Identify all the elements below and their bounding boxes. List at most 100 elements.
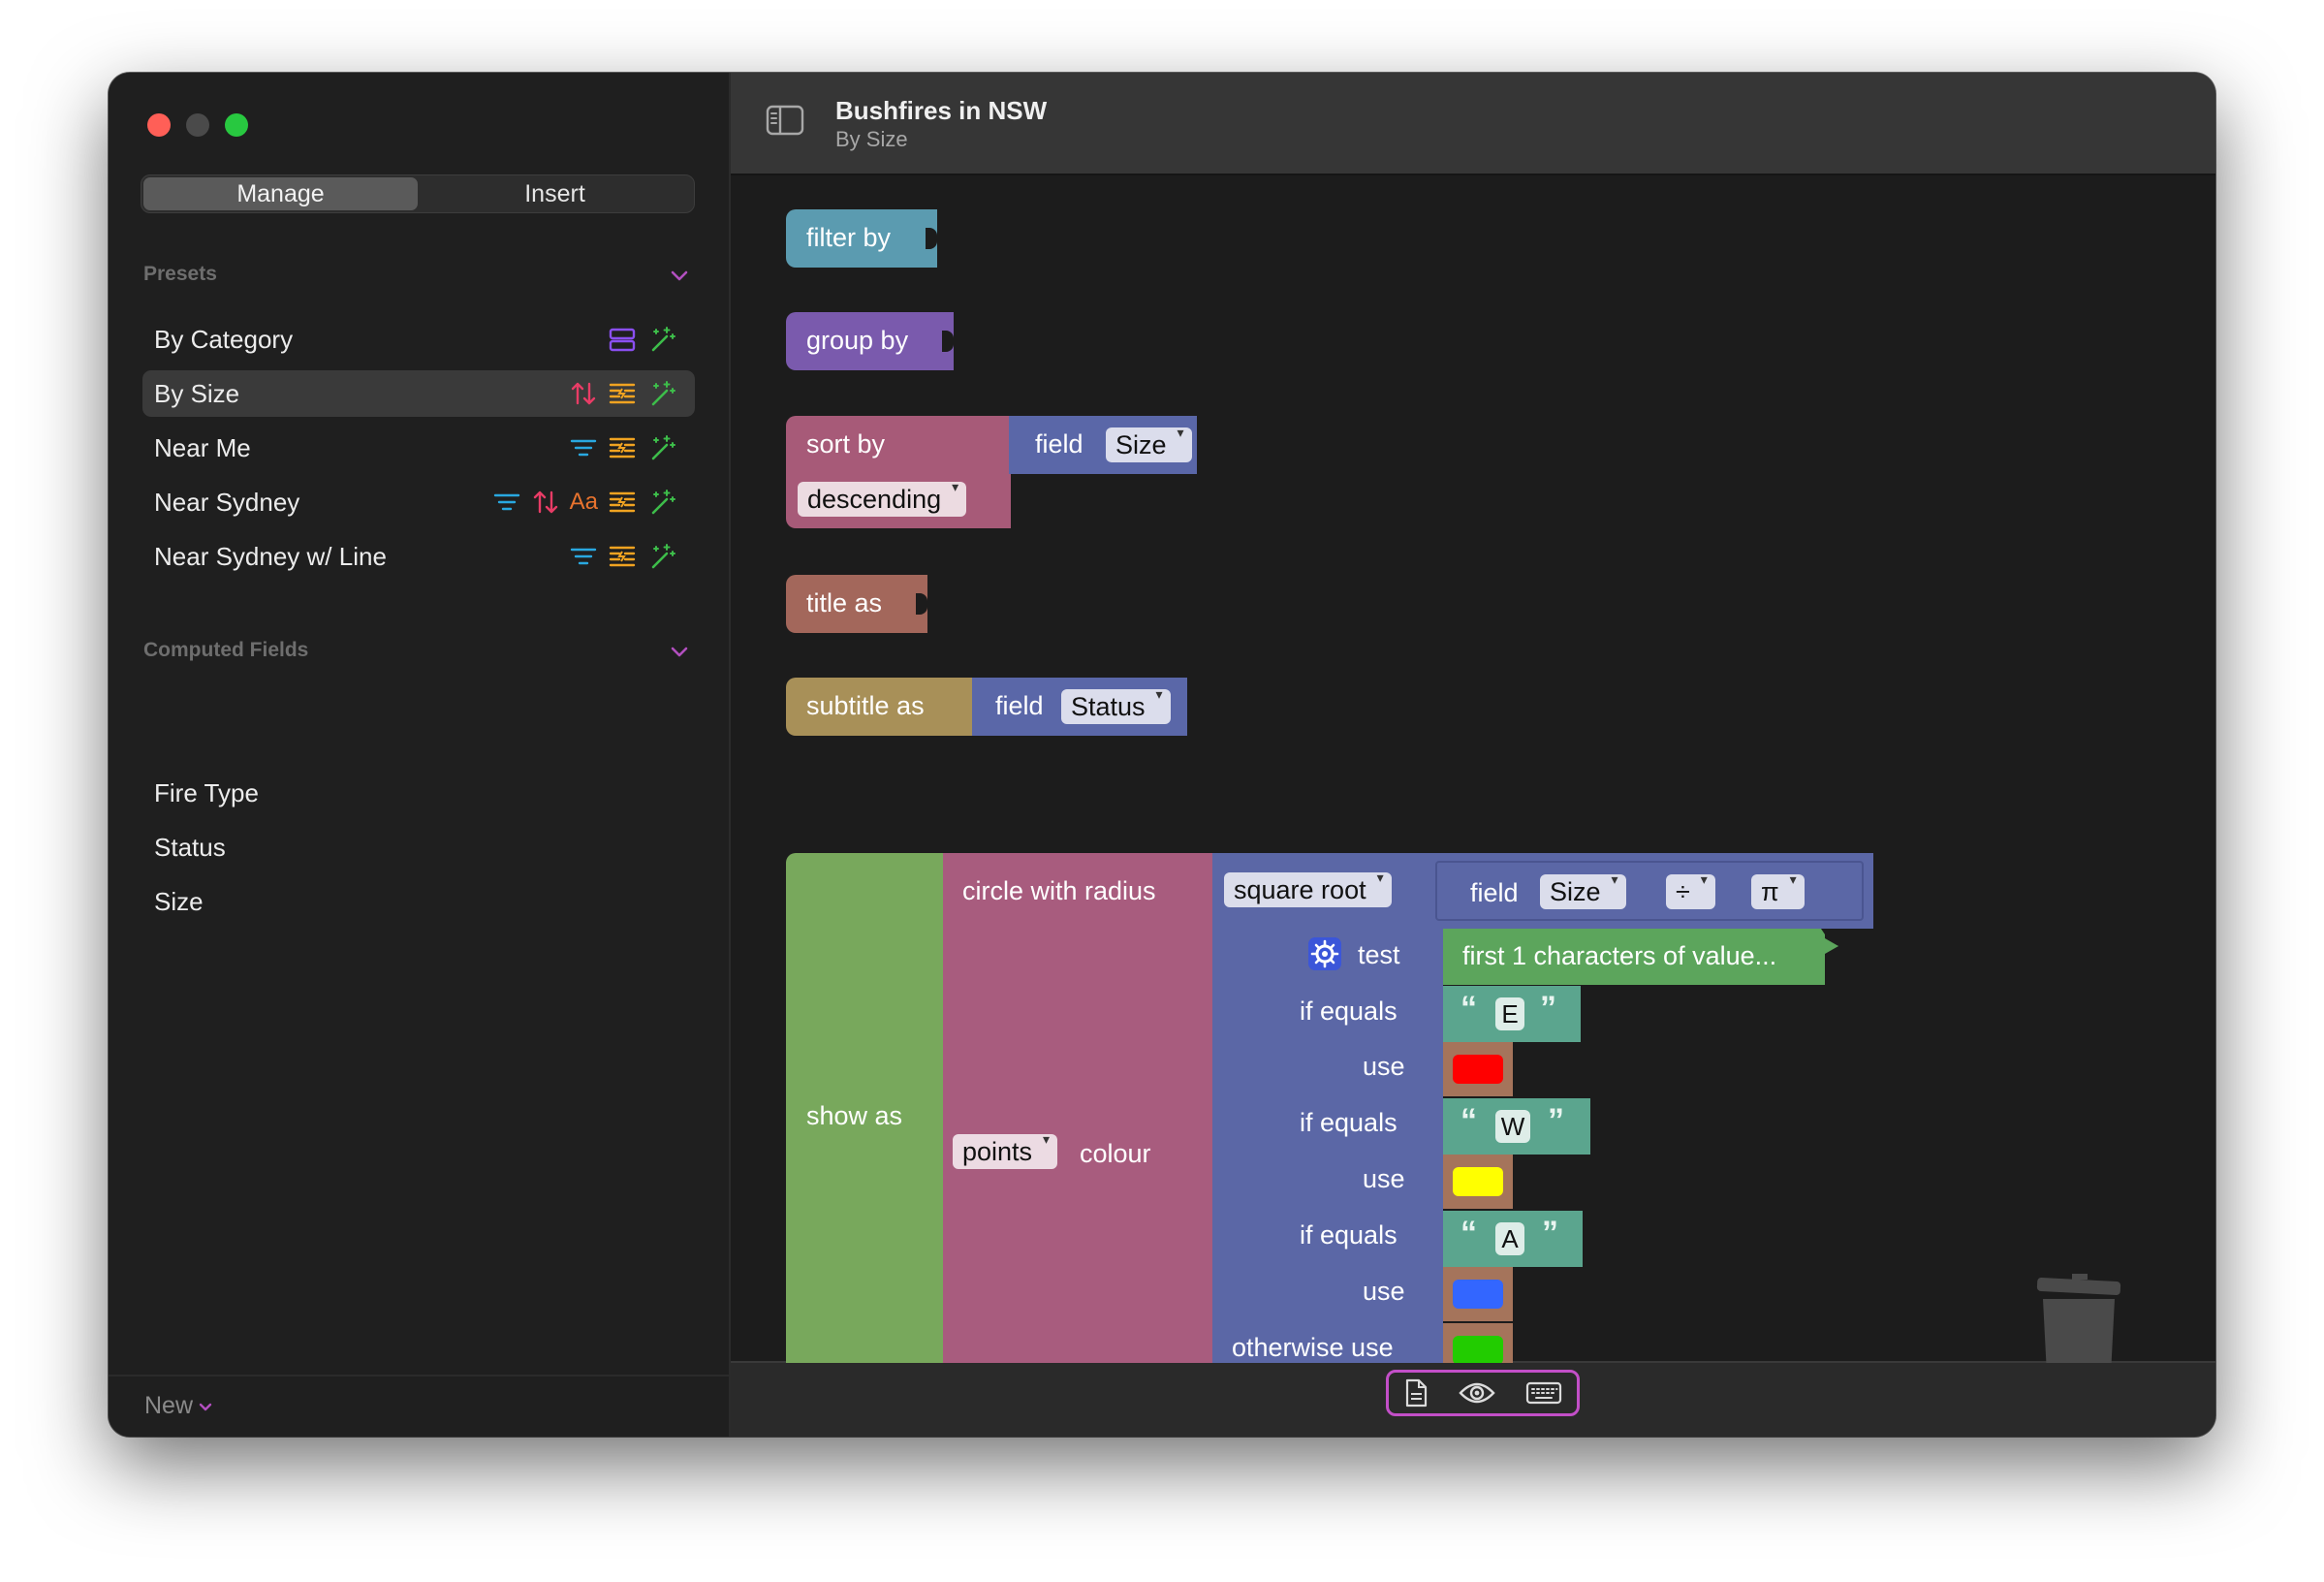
title-bar: Bushfires in NSW By Size bbox=[731, 73, 2215, 175]
open-quote-icon: “ bbox=[1460, 1102, 1477, 1139]
filter-by-label: filter by bbox=[806, 223, 892, 252]
preset-icons bbox=[569, 425, 675, 471]
group-by-block[interactable]: group by bbox=[786, 312, 954, 370]
computed-field-label: Size bbox=[154, 886, 204, 916]
case-value[interactable]: A bbox=[1495, 1222, 1524, 1255]
radius-field-dropdown[interactable]: Size bbox=[1540, 871, 1626, 909]
sidebar-footer: New bbox=[109, 1375, 729, 1437]
block-canvas[interactable]: filter by group by sort by descending fi… bbox=[731, 175, 2215, 1380]
chevron-down-icon[interactable] bbox=[669, 265, 690, 286]
presets-section-header[interactable]: Presets bbox=[143, 263, 698, 292]
colour-swatch-blue[interactable] bbox=[1453, 1280, 1503, 1309]
magic-wand-icon bbox=[651, 381, 675, 406]
chevron-down-icon[interactable] bbox=[669, 641, 690, 662]
square-root-block[interactable]: square root field Size ÷ π bbox=[1212, 853, 1873, 929]
field-label: field bbox=[995, 691, 1044, 720]
document-subtitle: By Size bbox=[835, 127, 908, 151]
preset-label: Near Me bbox=[154, 432, 251, 462]
eye-icon bbox=[1459, 1382, 1495, 1404]
tab-insert[interactable]: Insert bbox=[418, 177, 692, 210]
use-label: use bbox=[1363, 1052, 1405, 1081]
show-as-block[interactable]: show as bbox=[786, 853, 945, 1378]
document-view-button[interactable] bbox=[1403, 1378, 1429, 1408]
match-colour-block[interactable]: test if equals use if equals use if equa… bbox=[1212, 927, 1443, 1378]
magic-wand-icon bbox=[651, 435, 675, 460]
filter-lines-icon bbox=[570, 548, 597, 565]
computed-field-fire-type[interactable]: Fire Type bbox=[142, 770, 695, 816]
constant-dropdown[interactable]: π bbox=[1751, 871, 1805, 909]
sort-field-dropdown[interactable]: Size bbox=[1106, 425, 1192, 462]
text-literal-block-e[interactable]: “ E ” bbox=[1443, 986, 1581, 1042]
preset-near-sydney[interactable]: Near Sydney Aa bbox=[142, 479, 695, 525]
text-literal-block-w[interactable]: “ W ” bbox=[1443, 1098, 1590, 1155]
magic-wand-icon bbox=[651, 490, 675, 515]
test-value-block[interactable]: first 1 characters of value... bbox=[1443, 929, 1825, 985]
computed-field-label: Status bbox=[154, 832, 226, 862]
preview-button[interactable] bbox=[1459, 1380, 1495, 1406]
colour-label: colour bbox=[1080, 1139, 1151, 1168]
computed-fields-list: Fire Type Status Size bbox=[142, 770, 695, 933]
sort-order-dropdown[interactable]: descending bbox=[798, 479, 967, 517]
group-by-label: group by bbox=[806, 326, 909, 355]
points-dropdown[interactable]: points bbox=[953, 1131, 1058, 1169]
bottom-toolbar bbox=[731, 1363, 2215, 1437]
field-label: field bbox=[1470, 878, 1519, 907]
computed-fields-section-header[interactable]: Computed Fields bbox=[143, 639, 698, 668]
if-equals-label: if equals bbox=[1300, 997, 1398, 1026]
preset-by-category[interactable]: By Category bbox=[142, 316, 695, 363]
square-root-dropdown[interactable]: square root bbox=[1224, 870, 1392, 907]
document-icon bbox=[1406, 1378, 1428, 1408]
close-window-button[interactable] bbox=[147, 113, 171, 137]
preset-near-me[interactable]: Near Me bbox=[142, 425, 695, 471]
close-quote-icon: ” bbox=[1542, 1215, 1558, 1251]
sort-field-block[interactable]: field Size bbox=[1009, 416, 1197, 474]
divide-expression-block[interactable]: field Size ÷ π bbox=[1435, 861, 1864, 921]
sort-by-label: sort by bbox=[806, 429, 886, 459]
circle-with-radius-block[interactable]: circle with radius points colour bbox=[943, 853, 1214, 1378]
keyboard-icon bbox=[1525, 1381, 1561, 1405]
colour-block-a[interactable] bbox=[1443, 1267, 1513, 1321]
manage-insert-segmented-control: Manage Insert bbox=[141, 174, 695, 213]
preset-by-size[interactable]: By Size bbox=[142, 370, 695, 417]
magic-wand-icon bbox=[651, 544, 675, 569]
if-equals-label: if equals bbox=[1300, 1220, 1398, 1250]
case-value[interactable]: W bbox=[1495, 1110, 1530, 1143]
colour-block-w[interactable] bbox=[1443, 1155, 1513, 1209]
filter-by-block[interactable]: filter by bbox=[786, 209, 937, 268]
close-quote-icon: ” bbox=[1540, 990, 1556, 1027]
colour-swatch-green[interactable] bbox=[1453, 1336, 1503, 1365]
preset-icons bbox=[569, 370, 675, 417]
list-format-icon bbox=[609, 437, 636, 459]
new-menu-button[interactable]: New bbox=[144, 1392, 214, 1420]
sort-by-block[interactable]: sort by descending bbox=[786, 416, 1011, 528]
field-label: field bbox=[1035, 429, 1083, 459]
list-format-icon bbox=[609, 383, 636, 404]
computed-field-size[interactable]: Size bbox=[142, 878, 695, 925]
list-format-icon bbox=[609, 491, 636, 513]
window-controls bbox=[147, 113, 248, 137]
subtitle-as-block[interactable]: subtitle as bbox=[786, 678, 974, 736]
preset-icons bbox=[608, 316, 675, 363]
main-area: Bushfires in NSW By Size filter by group… bbox=[731, 73, 2215, 1437]
use-label: use bbox=[1363, 1277, 1405, 1306]
keyboard-button[interactable] bbox=[1525, 1380, 1562, 1406]
zoom-window-button[interactable] bbox=[225, 113, 248, 137]
subtitle-field-dropdown[interactable]: Status bbox=[1061, 686, 1171, 724]
computed-header-label: Computed Fields bbox=[143, 639, 309, 661]
tab-manage[interactable]: Manage bbox=[143, 177, 418, 210]
text-literal-block-a[interactable]: “ A ” bbox=[1443, 1211, 1583, 1267]
colour-block-e[interactable] bbox=[1443, 1042, 1513, 1096]
case-value[interactable]: E bbox=[1495, 997, 1524, 1030]
colour-swatch-yellow[interactable] bbox=[1453, 1167, 1503, 1196]
minimize-window-button[interactable] bbox=[186, 113, 209, 137]
block-input-notch bbox=[926, 228, 937, 249]
gear-icon[interactable] bbox=[1307, 936, 1342, 971]
colour-swatch-red[interactable] bbox=[1453, 1055, 1503, 1084]
sidebar-toggle-icon[interactable] bbox=[766, 104, 804, 137]
presets-header-label: Presets bbox=[143, 263, 217, 285]
computed-field-status[interactable]: Status bbox=[142, 824, 695, 870]
operator-dropdown[interactable]: ÷ bbox=[1666, 871, 1715, 909]
title-as-block[interactable]: title as bbox=[786, 575, 927, 633]
subtitle-field-block[interactable]: field Status bbox=[972, 678, 1187, 736]
preset-near-sydney-line[interactable]: Near Sydney w/ Line bbox=[142, 533, 695, 580]
